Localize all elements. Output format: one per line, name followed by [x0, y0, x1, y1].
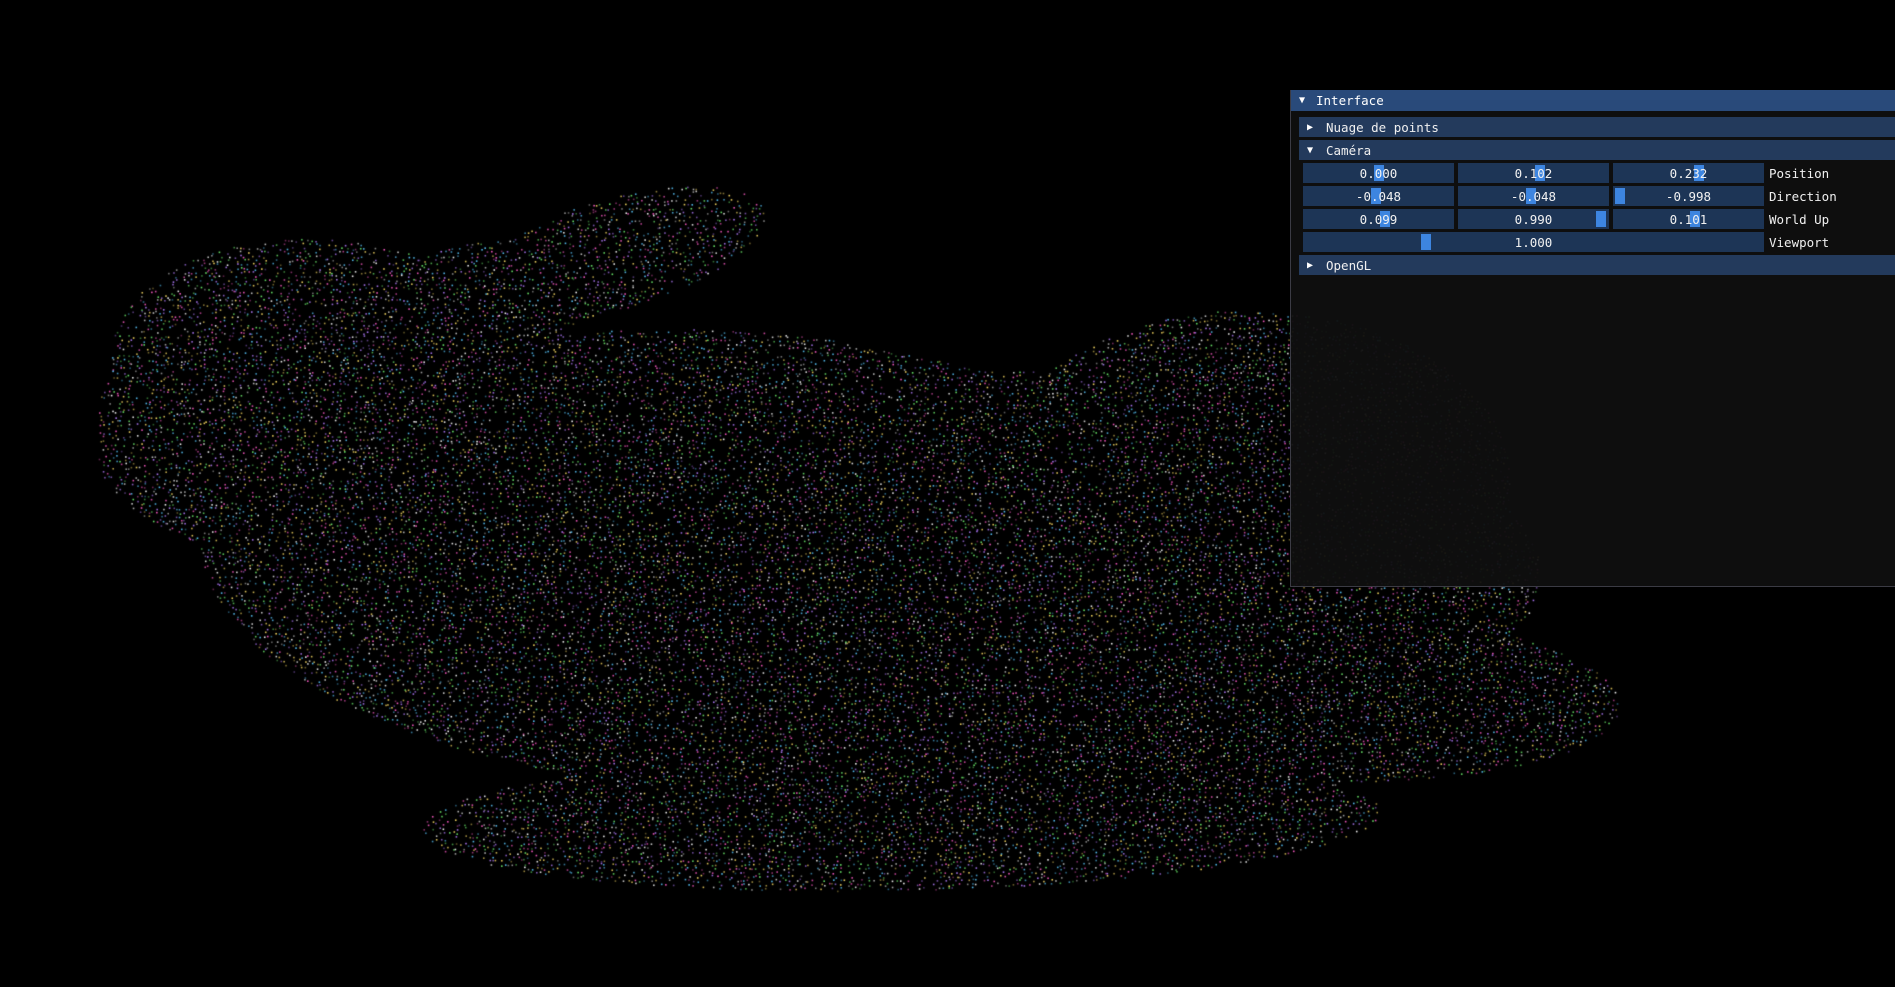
direction-x-slider[interactable]: -0.048 [1303, 186, 1454, 206]
slider-value: 0.000 [1359, 165, 1398, 181]
world-up-z-slider[interactable]: 0.101 [1613, 209, 1764, 229]
position-x-slider[interactable]: 0.000 [1303, 163, 1454, 183]
position-label: Position [1769, 165, 1830, 181]
slider-value: 0.102 [1514, 165, 1553, 181]
direction-label: Direction [1769, 188, 1837, 204]
slider-value: 0.232 [1669, 165, 1708, 181]
viewport-label: Viewport [1769, 234, 1830, 250]
slider-grab[interactable] [1595, 211, 1606, 227]
slider-value: -0.998 [1665, 188, 1712, 204]
slider-value: -0.048 [1510, 188, 1557, 204]
slider-value: 1.000 [1514, 234, 1553, 250]
triangle-right-icon: ▶ [1307, 121, 1314, 133]
window-title-bar[interactable]: ▼ Interface [1291, 90, 1895, 111]
world-up-y-slider[interactable]: 0.990 [1458, 209, 1609, 229]
section-header-nuage-de-points[interactable]: ▶ Nuage de points [1299, 117, 1895, 137]
direction-z-slider[interactable]: -0.998 [1613, 186, 1764, 206]
slider-value: -0.048 [1355, 188, 1402, 204]
slider-value: 0.099 [1359, 211, 1398, 227]
direction-row: -0.048 -0.048 -0.998 Direction [1299, 186, 1895, 206]
section-label: Nuage de points [1326, 119, 1439, 135]
position-z-slider[interactable]: 0.232 [1613, 163, 1764, 183]
section-header-camera[interactable]: ▼ Caméra [1299, 140, 1895, 160]
position-row: 0.000 0.102 0.232 Position [1299, 163, 1895, 183]
direction-y-slider[interactable]: -0.048 [1458, 186, 1609, 206]
triangle-right-icon: ▶ [1307, 259, 1314, 271]
slider-value: 0.101 [1669, 211, 1708, 227]
interface-window[interactable]: ▼ Interface ▶ Nuage de points ▼ Caméra 0… [1290, 90, 1895, 587]
window-body: ▶ Nuage de points ▼ Caméra 0.000 0.102 0… [1291, 111, 1895, 275]
viewport-row: 1.000 Viewport [1299, 232, 1895, 252]
slider-grab[interactable] [1615, 188, 1625, 204]
slider-grab[interactable] [1421, 234, 1432, 250]
world-up-x-slider[interactable]: 0.099 [1303, 209, 1454, 229]
triangle-down-icon[interactable]: ▼ [1299, 95, 1312, 106]
viewport-slider[interactable]: 1.000 [1303, 232, 1764, 252]
slider-value: 0.990 [1514, 211, 1553, 227]
section-label: OpenGL [1326, 257, 1372, 273]
world-up-row: 0.099 0.990 0.101 World Up [1299, 209, 1895, 229]
position-y-slider[interactable]: 0.102 [1458, 163, 1609, 183]
world-up-label: World Up [1769, 211, 1830, 227]
section-label: Caméra [1326, 142, 1372, 158]
triangle-down-icon: ▼ [1307, 144, 1314, 156]
section-header-opengl[interactable]: ▶ OpenGL [1299, 255, 1895, 275]
window-title: Interface [1316, 93, 1384, 108]
